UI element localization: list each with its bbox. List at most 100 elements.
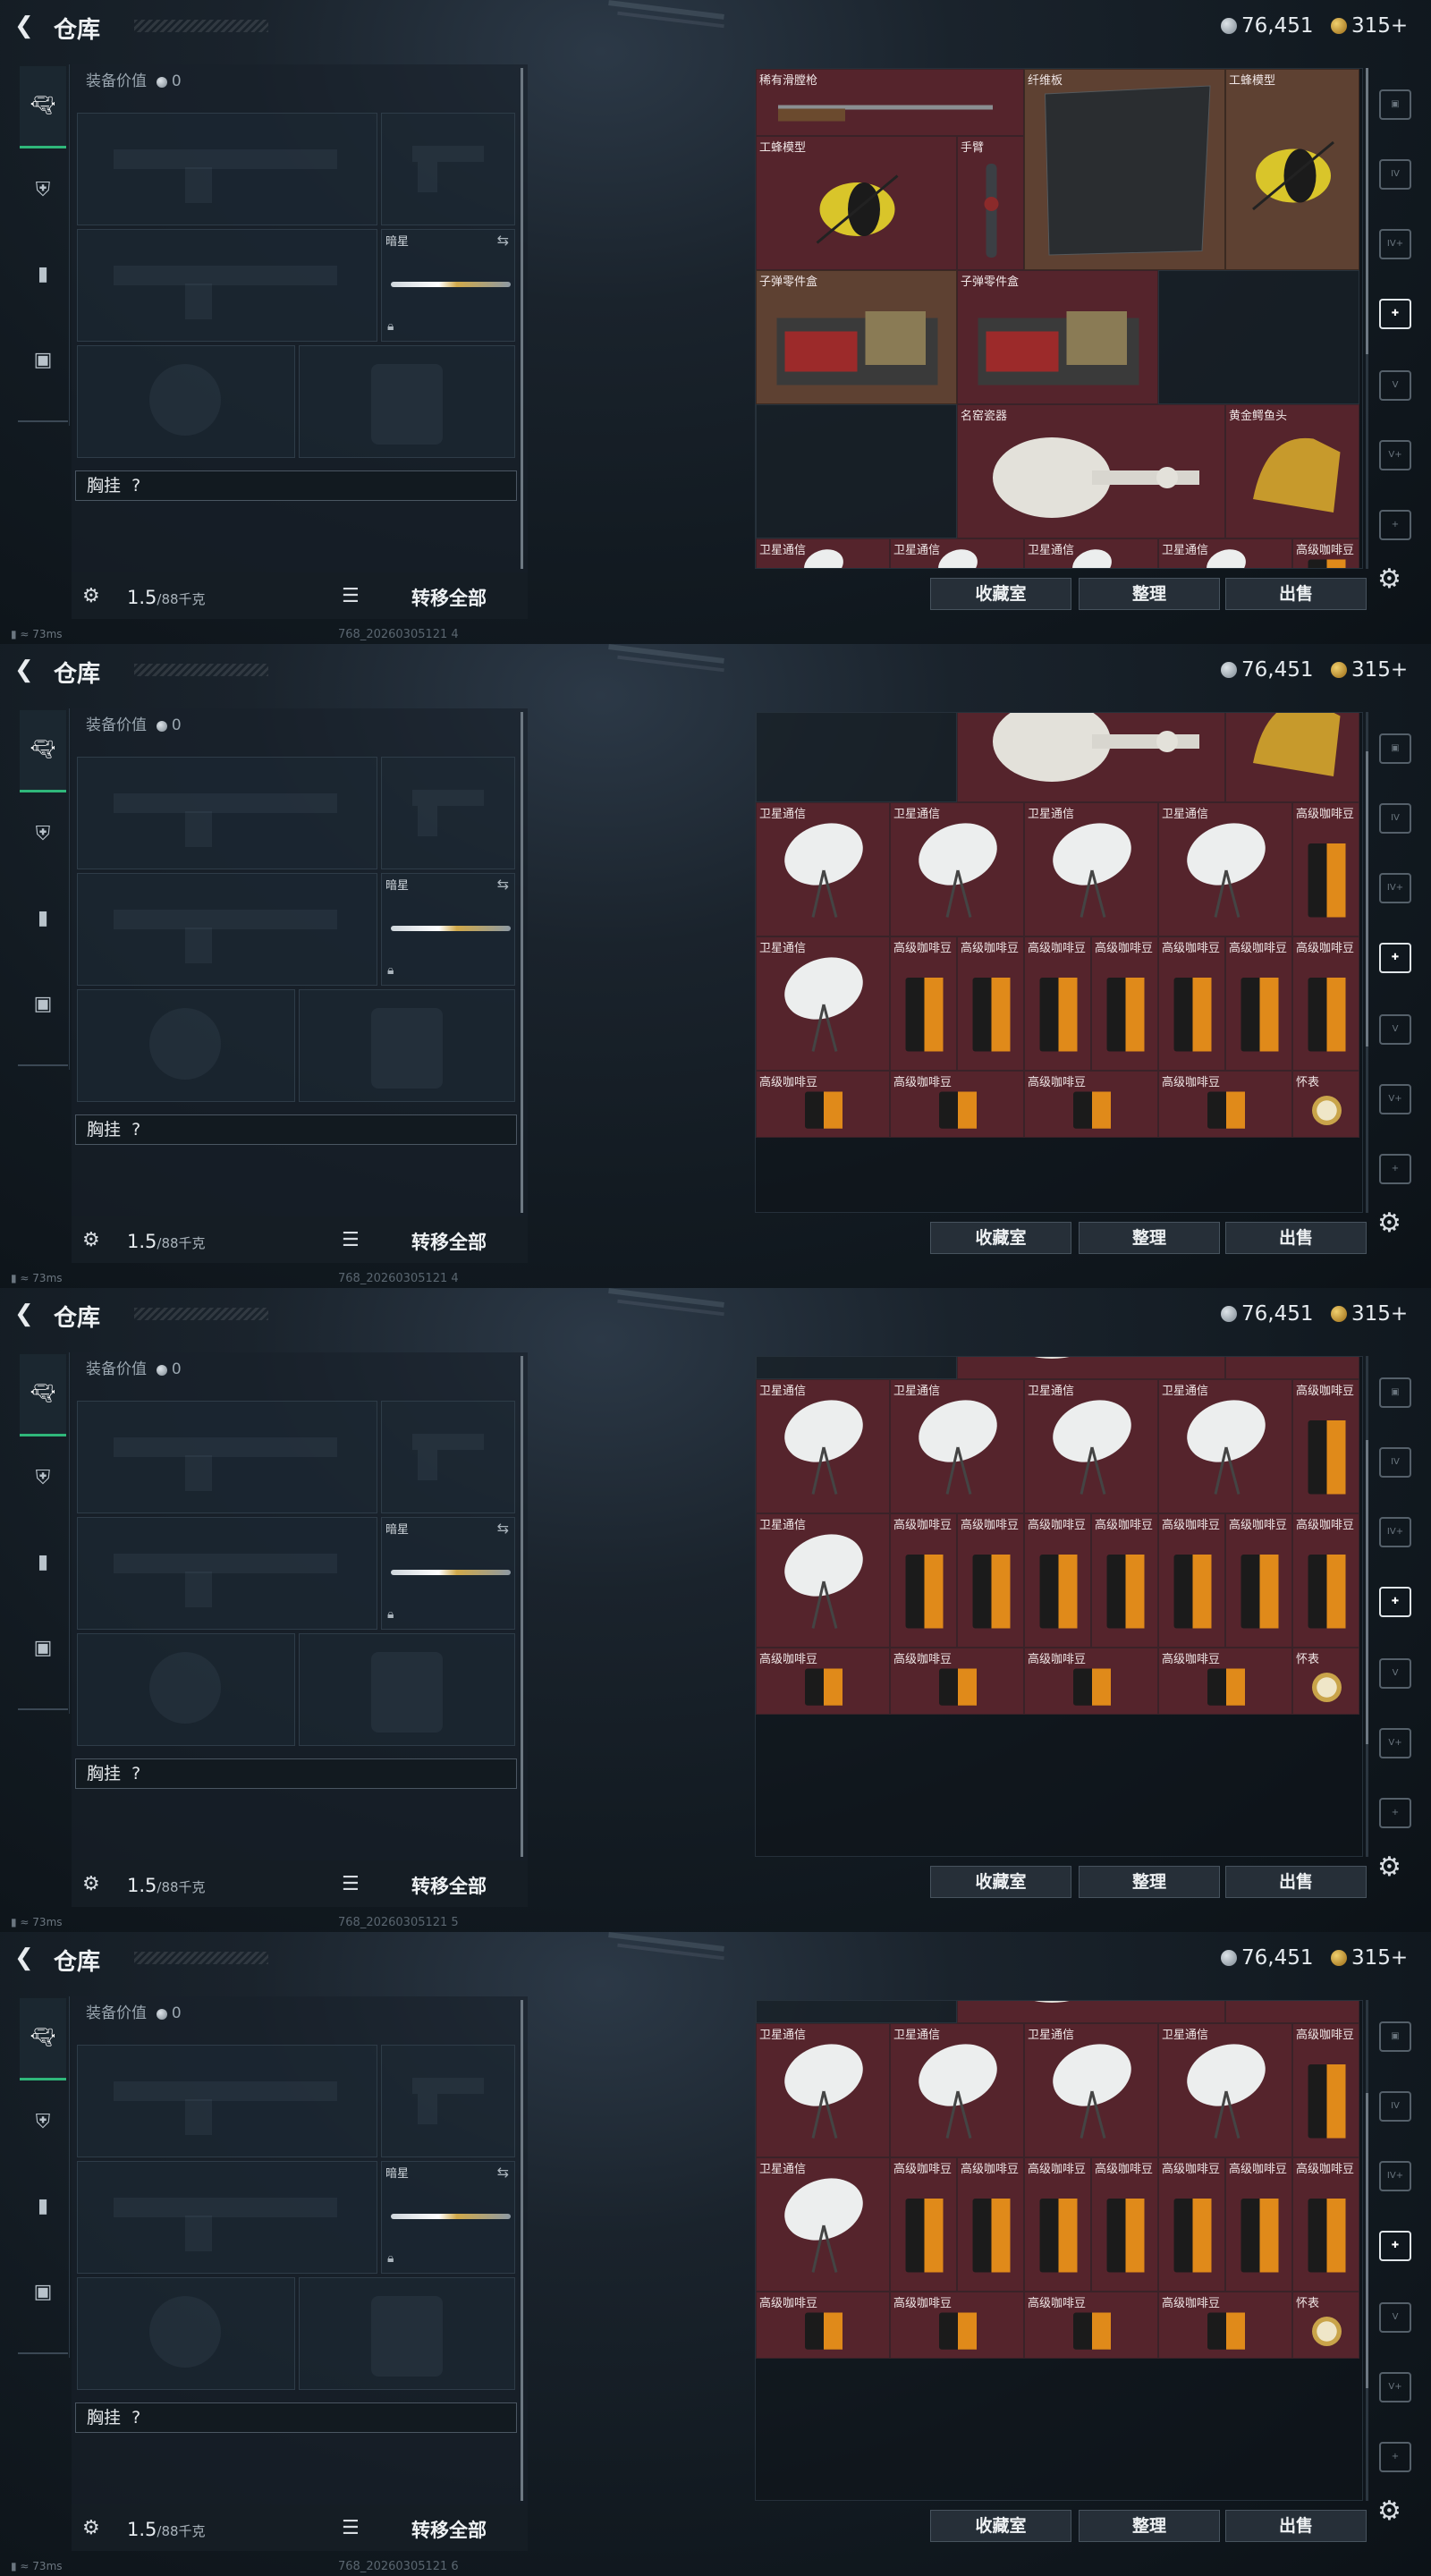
stash-item-coffee[interactable]: 高级咖啡豆 [890, 2157, 957, 2292]
stash-item-satellite[interactable]: 卫星通信 [756, 802, 890, 936]
tab-armor[interactable]: ⛨ [20, 2080, 66, 2163]
stash-scroll-thumb[interactable] [1366, 1440, 1368, 1744]
stash-item-satellite[interactable]: 卫星通信 [756, 936, 890, 1071]
safe-icon[interactable]: ▣ [1379, 89, 1411, 120]
stash-item-satellite[interactable]: 卫星通信 [756, 2023, 890, 2157]
stash-item-coffee[interactable]: 高级咖啡豆 [1292, 802, 1359, 936]
list-icon[interactable]: ☰ [342, 1873, 360, 1895]
stash-item-gold-crocodile[interactable]: 黄金鳄鱼头 [1225, 713, 1359, 802]
stash-item-fiber-board[interactable]: 纤维板 [1024, 69, 1225, 270]
stash-item-satellite[interactable]: 卫星通信 [890, 2023, 1024, 2157]
organize-button[interactable]: 整理 [1079, 1222, 1220, 1254]
tab-backpack[interactable]: ▮ [20, 877, 66, 959]
collection-button[interactable]: 收藏室 [930, 2510, 1071, 2542]
stash-item-coffee[interactable]: 高级咖啡豆 [1024, 1071, 1158, 1138]
case-add-icon[interactable]: ✚ [1379, 1587, 1411, 1617]
stash-item-pocket-watch[interactable]: 怀表 [1292, 1071, 1359, 1138]
stash-item-bullet-parts[interactable]: 子弹零件盒 [957, 270, 1158, 404]
transfer-all-button[interactable]: 转移全部 [411, 584, 487, 611]
vest-slot[interactable]: 胸挂 ? [75, 470, 517, 501]
stash-item-porcelain[interactable] [957, 1357, 1225, 1379]
swap-icon[interactable]: ⇆ [497, 876, 509, 893]
case-v-icon[interactable]: V [1379, 1014, 1411, 1045]
case-add-icon-2[interactable]: + [1379, 1154, 1411, 1184]
stash-item-coffee[interactable]: 高级咖啡豆 [1225, 2157, 1292, 2292]
gear-icon[interactable]: ⚙ [1377, 1852, 1401, 1883]
stash-item-coffee[interactable]: 高级咖啡豆 [957, 1513, 1024, 1648]
stash-item-satellite[interactable]: 卫星通信 [1158, 1379, 1292, 1513]
stash-item-coffee[interactable]: 高级咖啡豆 [1225, 1513, 1292, 1648]
stash-item-satellite[interactable]: 卫星通信 [756, 2157, 890, 2292]
loadout-scrollbar[interactable] [521, 68, 523, 569]
stash-item-satellite[interactable]: 卫星通信 [1024, 538, 1158, 568]
stash-item-coffee[interactable]: 高级咖啡豆 [1158, 1648, 1292, 1715]
pistol-slot[interactable] [381, 2045, 515, 2157]
collection-button[interactable]: 收藏室 [930, 1866, 1071, 1898]
gold-currency[interactable]: 315+ [1331, 1946, 1408, 1970]
case-iv-icon[interactable]: IV [1379, 803, 1411, 834]
stash-item-coffee[interactable]: 高级咖啡豆 [756, 2292, 890, 2359]
stash-item-bullet-parts[interactable]: 子弹零件盒 [756, 270, 957, 404]
secondary-weapon-slot[interactable] [77, 2161, 377, 2274]
stash-item-gold-crocodile[interactable] [1225, 1357, 1359, 1379]
sell-button[interactable]: 出售 [1225, 1222, 1367, 1254]
stash-item-satellite[interactable]: 卫星通信 [890, 1379, 1024, 1513]
melee-slot[interactable]: 暗星 ⇆ 🔒︎ [381, 229, 515, 342]
stash-item-coffee[interactable]: 高级咖啡豆 [890, 2292, 1024, 2359]
stash-scroll-thumb[interactable] [1366, 2093, 1368, 2388]
stash-item-satellite[interactable]: 卫星通信 [1024, 2023, 1158, 2157]
tab-case[interactable]: ▣ [20, 2250, 66, 2333]
stash-item-coffee[interactable]: 高级咖啡豆 [756, 1648, 890, 1715]
case-v-icon[interactable]: V [1379, 1658, 1411, 1689]
stash-item-coffee[interactable]: 高级咖啡豆 [1091, 2157, 1158, 2292]
case-iv-icon[interactable]: IV [1379, 1447, 1411, 1478]
case-v-add-icon[interactable]: V+ [1379, 440, 1411, 470]
stash-item-wasp-model[interactable]: 工蜂模型 [1225, 69, 1359, 270]
organize-button[interactable]: 整理 [1079, 2510, 1220, 2542]
organize-button[interactable]: 整理 [1079, 578, 1220, 610]
stash-item-satellite[interactable]: 卫星通信 [890, 802, 1024, 936]
helmet-slot[interactable] [77, 989, 295, 1102]
transfer-all-button[interactable]: 转移全部 [411, 1872, 487, 1899]
armor-slot[interactable] [299, 345, 515, 458]
sell-button[interactable]: 出售 [1225, 2510, 1367, 2542]
stash-item-satellite[interactable]: 卫星通信 [1024, 1379, 1158, 1513]
vest-slot[interactable]: 胸挂 ? [75, 2402, 517, 2433]
back-arrow-icon[interactable]: ❮ [14, 1301, 41, 1327]
gear-icon[interactable]: ⚙ [1377, 1208, 1401, 1239]
tab-backpack[interactable]: ▮ [20, 2165, 66, 2247]
stash-item-coffee[interactable]: 高级咖啡豆 [1024, 1513, 1091, 1648]
stash-item-coffee[interactable]: 高级咖啡豆 [1292, 538, 1359, 568]
back-arrow-icon[interactable]: ❮ [14, 13, 41, 39]
stash-item-coffee[interactable]: 高级咖啡豆 [1292, 936, 1359, 1071]
tab-armor[interactable]: ⛨ [20, 1436, 66, 1519]
stash-item-satellite[interactable]: 卫星通信 [1158, 802, 1292, 936]
stash-item-pocket-watch[interactable]: 怀表 [1292, 2292, 1359, 2359]
gear-icon[interactable]: ⚙ [1377, 2496, 1401, 2527]
armor-slot[interactable] [299, 2277, 515, 2390]
swap-icon[interactable]: ⇆ [497, 232, 509, 249]
stash-item-pocket-watch[interactable]: 怀表 [1292, 1648, 1359, 1715]
primary-weapon-slot[interactable] [77, 113, 377, 225]
stash-item-rifle[interactable]: 稀有滑膛枪 [756, 69, 1024, 136]
loadout-scrollbar[interactable] [521, 2000, 523, 2501]
case-v-add-icon[interactable]: V+ [1379, 1728, 1411, 1758]
tab-weapons[interactable]: 🔫︎ [20, 66, 66, 148]
stash-item-coffee[interactable]: 高级咖啡豆 [1158, 1513, 1225, 1648]
tab-armor[interactable]: ⛨ [20, 148, 66, 231]
stash-item-wasp-model[interactable]: 工蜂模型 [756, 136, 957, 270]
swap-icon[interactable]: ⇆ [497, 1520, 509, 1537]
back-arrow-icon[interactable]: ❮ [14, 657, 41, 683]
tab-weapons[interactable]: 🔫︎ [20, 710, 66, 792]
swap-icon[interactable]: ⇆ [497, 2164, 509, 2181]
stash-item-coffee[interactable]: 高级咖啡豆 [1024, 2292, 1158, 2359]
organize-button[interactable]: 整理 [1079, 1866, 1220, 1898]
collection-button[interactable]: 收藏室 [930, 578, 1071, 610]
case-iv-icon[interactable]: IV [1379, 2091, 1411, 2122]
loadout-scrollbar[interactable] [521, 712, 523, 1213]
stash-item-coffee[interactable]: 高级咖啡豆 [1158, 1071, 1292, 1138]
primary-weapon-slot[interactable] [77, 1401, 377, 1513]
transfer-all-button[interactable]: 转移全部 [411, 2516, 487, 2543]
secondary-weapon-slot[interactable] [77, 229, 377, 342]
stash-item-coffee[interactable]: 高级咖啡豆 [957, 2157, 1024, 2292]
